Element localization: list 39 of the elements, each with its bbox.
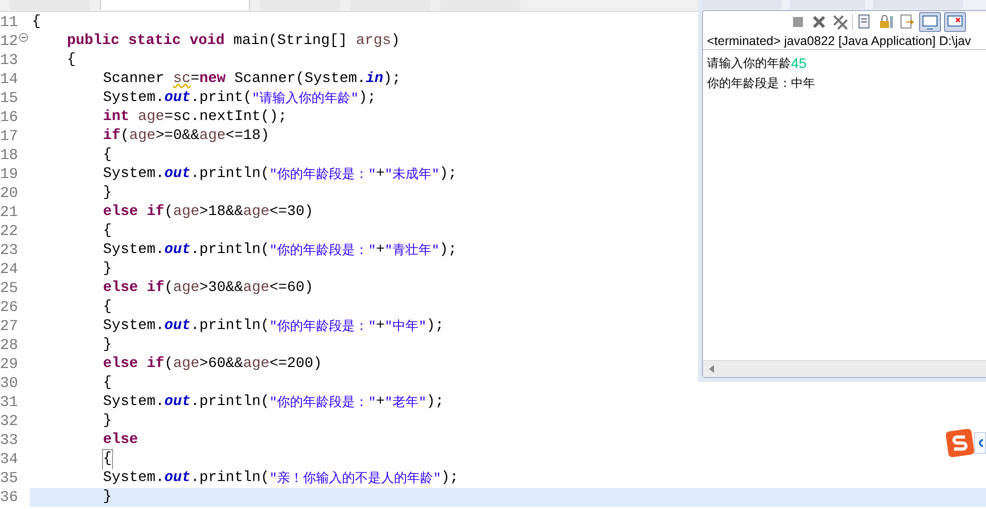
line-number: 35 (0, 469, 18, 488)
line-number: 16 (0, 108, 18, 127)
line-number: 17 (0, 127, 18, 146)
line-number: 24 (0, 260, 18, 279)
line-number: 33 (0, 431, 18, 450)
console-output-text: 请输入你的年龄 (707, 55, 791, 72)
line-number: 34 (0, 450, 18, 469)
scroll-left-icon[interactable] (709, 365, 714, 373)
code-line: { (103, 450, 112, 469)
line-number: 20 (0, 184, 18, 203)
line-number: 26 (0, 298, 18, 317)
line-number: 15 (0, 89, 18, 108)
line-number: 19 (0, 165, 18, 184)
line-number: 31 (0, 393, 18, 412)
console-header: <terminated> java0822 [Java Application] D:\jav (703, 33, 986, 50)
console-input-text: 45 (791, 54, 807, 72)
line-number: 32 (0, 412, 18, 431)
monitor-icon[interactable] (921, 13, 939, 31)
line-number: 12 (0, 32, 18, 51)
horizontal-scrollbar[interactable] (703, 360, 986, 377)
close-icon[interactable] (810, 13, 828, 31)
collapse-icon[interactable] (19, 33, 28, 42)
line-number: 11 (0, 13, 18, 32)
line-number: 22 (0, 222, 18, 241)
line-number: 27 (0, 317, 18, 336)
line-number: 36 (0, 488, 18, 507)
line-number: 29 (0, 355, 18, 374)
line-number: 25 (0, 279, 18, 298)
line-number: 23 (0, 241, 18, 260)
line-number: 28 (0, 336, 18, 355)
line-number: 30 (0, 374, 18, 393)
document-arrow-icon[interactable] (898, 13, 916, 31)
close-all-icon[interactable] (831, 13, 849, 31)
line-number: 18 (0, 146, 18, 165)
line-number: 14 (0, 70, 18, 89)
line-number: 21 (0, 203, 18, 222)
line-number: 13 (0, 51, 18, 70)
console-output-text: 你的年龄段是：中年 (707, 75, 815, 92)
lock-icon[interactable] (877, 13, 895, 31)
